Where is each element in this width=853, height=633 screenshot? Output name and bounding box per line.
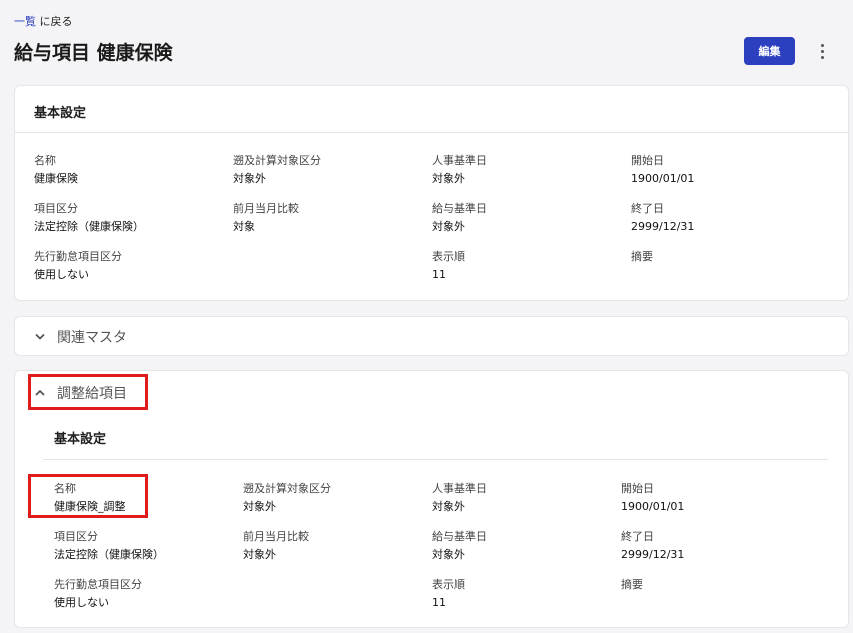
back-link-strong[interactable]: 一覧 [14,15,36,28]
field-value: 対象外 [243,548,276,561]
field-label: 遡及計算対象区分 [243,482,331,495]
field-label: 摘要 [621,578,643,591]
field-value: 1900/01/01 [631,172,695,185]
field-label: 給与基準日 [432,202,487,215]
field-label: 前月当月比較 [233,202,299,215]
field-label: 人事基準日 [432,154,487,167]
basic-settings-title: 基本設定 [34,106,87,121]
field-start: 開始日 1900/01/01 [631,154,694,186]
adj-field-attendance: 先行勤怠項目区分 使用しない [54,578,142,610]
field-label: 終了日 [631,202,664,215]
adjustment-basic-settings-title: 基本設定 [54,432,107,447]
field-value: 法定控除（健康保険） [54,548,164,561]
adj-field-category: 項目区分 法定控除（健康保険） [54,530,164,562]
adj-field-start: 開始日 1900/01/01 [621,482,684,514]
field-label: 給与基準日 [432,530,487,543]
field-hr-date: 人事基準日 対象外 [432,154,487,186]
adj-field-retro: 遡及計算対象区分 対象外 [243,482,331,514]
chevron-down-icon [35,334,45,340]
field-value: 使用しない [34,268,89,281]
field-label: 項目区分 [54,530,98,543]
highlight-box-title [28,374,148,410]
adj-field-memo: 摘要 [621,578,643,596]
adj-field-compare: 前月当月比較 対象外 [243,530,309,562]
field-order: 表示順 11 [432,250,465,282]
related-masters-accordion[interactable]: 関連マスタ [14,316,849,356]
field-value: 対象外 [233,172,266,185]
related-masters-title: 関連マスタ [57,330,127,346]
adj-field-end: 終了日 2999/12/31 [621,530,684,562]
field-memo: 摘要 [631,250,653,268]
field-label: 開始日 [621,482,654,495]
field-value: 対象外 [432,220,465,233]
field-compare: 前月当月比較 対象 [233,202,299,234]
edit-button[interactable]: 編集 [744,37,795,65]
field-value: 対象 [233,220,255,233]
adj-field-order: 表示順 11 [432,578,465,610]
field-label: 表示順 [432,578,465,591]
field-value: 対象外 [243,500,276,513]
field-value: 2999/12/31 [621,548,685,561]
field-value: 使用しない [54,596,109,609]
field-name: 名称 健康保険 [34,154,78,186]
field-label: 開始日 [631,154,664,167]
related-masters-header[interactable]: 関連マスタ [35,317,127,357]
field-label: 摘要 [631,250,653,263]
field-value: 対象外 [432,548,465,561]
field-retro: 遡及計算対象区分 対象外 [233,154,321,186]
field-value: 11 [432,596,446,609]
field-category: 項目区分 法定控除（健康保険） [34,202,144,234]
field-value: 1900/01/01 [621,500,685,513]
back-to-list-link[interactable]: 一覧 に戻る [14,13,73,29]
field-label: 名称 [34,154,56,167]
divider [43,459,828,460]
field-value: 法定控除（健康保険） [34,220,144,233]
field-attendance: 先行勤怠項目区分 使用しない [34,250,122,282]
field-value: 11 [432,268,446,281]
field-label: 先行勤怠項目区分 [34,250,122,263]
highlight-box-name [28,474,148,518]
field-end: 終了日 2999/12/31 [631,202,694,234]
page-title: 給与項目 健康保険 [14,42,173,64]
field-label: 前月当月比較 [243,530,309,543]
divider [15,132,848,133]
field-label: 遡及計算対象区分 [233,154,321,167]
field-value: 2999/12/31 [631,220,695,233]
field-value: 対象外 [432,172,465,185]
adjustment-item-accordion: 調整給項目 基本設定 名称 健康保険_調整 遡及計算対象区分 対象外 人事基準日… [14,370,849,628]
field-label: 人事基準日 [432,482,487,495]
field-value: 健康保険 [34,172,78,185]
basic-settings-card: 基本設定 名称 健康保険 遡及計算対象区分 対象外 人事基準日 対象外 開始日 … [14,85,849,301]
field-pay-date: 給与基準日 対象外 [432,202,487,234]
field-label: 表示順 [432,250,465,263]
field-label: 項目区分 [34,202,78,215]
field-label: 終了日 [621,530,654,543]
back-link-rest[interactable]: に戻る [36,15,72,28]
more-vertical-icon[interactable] [814,40,830,62]
adj-field-pay-date: 給与基準日 対象外 [432,530,487,562]
field-value: 対象外 [432,500,465,513]
adj-field-hr-date: 人事基準日 対象外 [432,482,487,514]
field-label: 先行勤怠項目区分 [54,578,142,591]
